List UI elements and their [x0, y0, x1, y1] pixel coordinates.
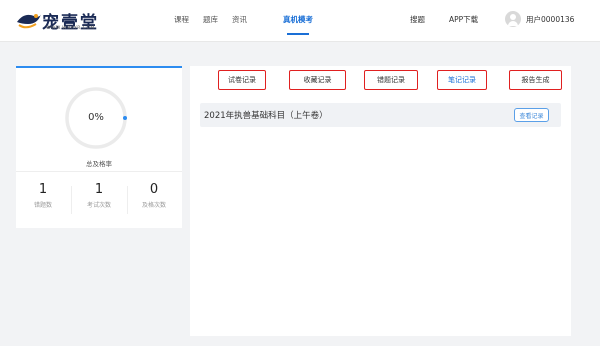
tab-exam-records[interactable]: 试卷记录	[218, 70, 266, 90]
search-questions-link[interactable]: 搜题	[410, 14, 425, 25]
app-download-link[interactable]: APP下载	[449, 14, 478, 25]
brand-logo[interactable]: 宠壹堂 WWW.WBAYR.COM	[16, 8, 106, 34]
nav-item-news[interactable]: 资讯	[232, 14, 247, 25]
nav-item-courses[interactable]: 课程	[174, 14, 189, 25]
username-label[interactable]: 用户0000136	[526, 14, 574, 25]
stats-separator	[71, 186, 72, 214]
stat-label: 错题数	[33, 202, 52, 209]
tab-note-records[interactable]: 笔记记录	[437, 70, 487, 90]
tab-favorite-records[interactable]: 收藏记录	[289, 70, 346, 90]
view-record-button[interactable]: 查看记录	[514, 108, 549, 122]
record-row: 2021年执兽基础科目（上午卷） 查看记录	[200, 103, 561, 127]
tab-wrong-records[interactable]: 错题记录	[364, 70, 418, 90]
stat-exam-count: 1 考试次数	[74, 182, 124, 209]
nav-item-mock-exam[interactable]: 真机模考	[283, 14, 313, 25]
records-panel: 试卷记录 收藏记录 错题记录 笔记记录 报告生成 2021年执兽基础科目（上午卷…	[190, 66, 571, 336]
stat-wrong-count: 1 错题数	[18, 182, 68, 209]
stats-divider	[16, 171, 182, 172]
stat-label: 考试次数	[86, 202, 111, 209]
top-header: 宠壹堂 WWW.WBAYR.COM 课程 题库 资讯 真机模考 搜题 APP下载…	[0, 0, 600, 42]
pass-rate-label: 总及格率	[86, 160, 112, 168]
nav-item-question-bank[interactable]: 题库	[203, 14, 218, 25]
logo-bird-icon	[17, 14, 41, 29]
stat-label: 及格次数	[141, 202, 166, 209]
stat-pass-count: 0 及格次数	[129, 182, 179, 209]
stat-value: 0	[149, 182, 159, 197]
stats-card: 0% 总及格率 1 错题数 1 考试次数 0 及格次数	[16, 66, 182, 228]
brand-domain: WWW.WBAYR.COM	[46, 26, 95, 31]
active-nav-indicator	[287, 33, 309, 35]
tab-report-generate[interactable]: 报告生成	[509, 70, 562, 90]
stats-separator	[127, 186, 128, 214]
pass-rate-value: 0%	[88, 112, 104, 123]
user-avatar-icon[interactable]	[505, 11, 521, 27]
stat-value: 1	[94, 182, 104, 197]
stat-value: 1	[38, 182, 48, 197]
record-title: 2021年执兽基础科目（上午卷）	[204, 111, 328, 121]
